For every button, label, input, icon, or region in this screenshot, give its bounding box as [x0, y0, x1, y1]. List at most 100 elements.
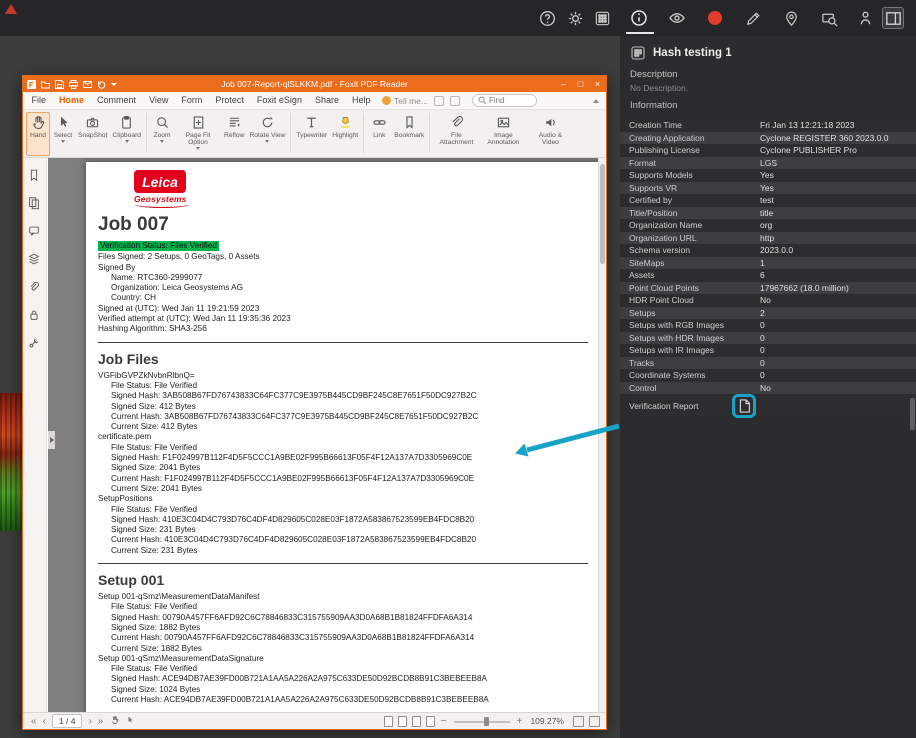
panel-expand-arrow[interactable]	[48, 431, 55, 449]
maximize-button[interactable]: □	[572, 76, 589, 92]
ribbon-tab[interactable]: File	[25, 92, 53, 109]
info-row[interactable]: Schema version 2023.0.0	[620, 244, 916, 257]
info-row[interactable]: Setups 2	[620, 306, 916, 319]
fit-width-icon[interactable]	[573, 715, 584, 727]
bookmark-button[interactable]: Bookmark	[392, 112, 426, 156]
zoom-slider[interactable]	[453, 713, 510, 730]
highlight-button[interactable]: Highlight	[330, 112, 360, 156]
info-row[interactable]: Creation Time Fri Jan 13 12:21:18 2023	[620, 119, 916, 132]
info-row[interactable]: Control No	[620, 381, 916, 394]
collapse-ribbon-icon[interactable]	[593, 98, 599, 103]
snapshot-button[interactable]: SnapShot	[76, 112, 109, 156]
record-icon[interactable]	[704, 7, 726, 29]
audio-video-button[interactable]: Audio & Video	[527, 112, 573, 156]
info-row[interactable]: Supports VR Yes	[620, 181, 916, 194]
apps-icon[interactable]	[591, 7, 613, 29]
reflow-button[interactable]: Reflow	[222, 112, 246, 156]
panel-scrollbar[interactable]	[910, 398, 915, 430]
capture-icon[interactable]	[818, 7, 840, 29]
edit-icon[interactable]	[742, 7, 764, 29]
info-row[interactable]: Setups with RGB Images 0	[620, 319, 916, 332]
info-row[interactable]: Certified by test	[620, 194, 916, 207]
layers-icon[interactable]	[27, 252, 42, 267]
info-row[interactable]: Title/Position title	[620, 206, 916, 219]
ribbon-tab[interactable]: Comment	[91, 92, 143, 109]
info-row[interactable]: HDR Point Cloud No	[620, 294, 916, 307]
find-input[interactable]	[489, 96, 532, 105]
zoom-in-button[interactable]: +	[515, 714, 525, 729]
zoom-tool-button[interactable]: Zoom	[150, 112, 174, 156]
info-row[interactable]: Assets 6	[620, 269, 916, 282]
select-tool-button[interactable]: Select	[51, 112, 75, 156]
ribbon-tab[interactable]: Protect	[209, 92, 251, 109]
info-row[interactable]: Supports Models Yes	[620, 169, 916, 182]
info-row[interactable]: Organization URL http	[620, 231, 916, 244]
page-fit-option-button[interactable]: Page Fit Option	[175, 112, 221, 156]
next-page-button[interactable]: ›	[86, 714, 93, 729]
help-icon[interactable]	[536, 7, 558, 29]
scrollbar-thumb[interactable]	[600, 164, 605, 264]
ribbon-tab[interactable]: Help	[345, 92, 377, 109]
continuous-facing-view-icon[interactable]	[426, 715, 436, 727]
report-document-icon[interactable]	[738, 398, 751, 414]
mail-icon[interactable]	[82, 79, 93, 90]
user-icon[interactable]	[854, 7, 876, 29]
status-select-icon[interactable]	[125, 715, 135, 727]
status-hand-icon[interactable]	[110, 715, 120, 727]
document-scrollbar[interactable]	[598, 158, 606, 712]
ribbon-tab[interactable]: Form	[175, 92, 209, 109]
continuous-view-icon[interactable]	[398, 715, 408, 727]
typewriter-button[interactable]: Typewriter	[294, 112, 329, 156]
settings-icon[interactable]	[564, 7, 586, 29]
ribbon-tab[interactable]: View	[143, 92, 175, 109]
undo-icon[interactable]	[96, 79, 107, 90]
info-row[interactable]: Setups with IR Images 0	[620, 344, 916, 357]
info-icon[interactable]	[628, 7, 650, 29]
comments-icon[interactable]	[27, 224, 42, 239]
clipboard-button[interactable]: Clipboard	[110, 112, 143, 156]
tell-me-box[interactable]: Tell me...	[382, 96, 428, 106]
info-row[interactable]: SiteMaps 1	[620, 256, 916, 269]
hand-tool-button[interactable]: Hand	[26, 112, 50, 156]
minimize-button[interactable]: –	[555, 76, 572, 92]
last-page-button[interactable]: »	[96, 714, 106, 729]
link-button[interactable]: Link	[367, 112, 391, 156]
info-row[interactable]: Setups with HDR Images 0	[620, 331, 916, 344]
first-page-button[interactable]: «	[29, 714, 39, 729]
file-attachment-button[interactable]: File Attachment	[433, 112, 479, 156]
info-row[interactable]: Publishing License Cyclone PUBLISHER Pro	[620, 144, 916, 157]
ribbon-tab[interactable]: Share	[308, 92, 345, 109]
prev-page-button[interactable]: ‹	[41, 714, 48, 729]
security-icon[interactable]	[27, 308, 42, 323]
single-page-view-icon[interactable]	[384, 715, 394, 727]
open-icon[interactable]	[40, 79, 51, 90]
tools-icon[interactable]	[27, 336, 42, 351]
window-title-bar[interactable]: Job 007-Report-qlSLKKM.pdf - Foxit PDF R…	[23, 76, 606, 92]
page-number-box[interactable]: 1 / 4	[51, 714, 83, 728]
info-row[interactable]: Tracks 0	[620, 356, 916, 369]
info-row[interactable]: Point Cloud Points 17967662 (18.0 millio…	[620, 281, 916, 294]
print-icon[interactable]	[68, 79, 79, 90]
rotate-view-button[interactable]: Rotate View	[247, 112, 287, 156]
zoom-out-button[interactable]: −	[439, 714, 449, 729]
find-box[interactable]	[472, 94, 538, 107]
ribbon-tab[interactable]: Home	[53, 92, 91, 109]
eye-icon[interactable]	[666, 7, 688, 29]
info-row[interactable]: Coordinate Systems 0	[620, 369, 916, 382]
save-icon[interactable]	[54, 79, 65, 90]
ribbon-tab[interactable]: Foxit eSign	[250, 92, 308, 109]
attachments-icon[interactable]	[27, 280, 42, 295]
layout-icon[interactable]	[882, 7, 904, 29]
bookmarks-icon[interactable]	[27, 168, 42, 183]
close-button[interactable]: ×	[589, 76, 606, 92]
info-row[interactable]: Format LGS	[620, 156, 916, 169]
menubar-extra-icon[interactable]	[434, 95, 445, 106]
document-view[interactable]: Leica Geosystems Job 007 Verification St…	[48, 158, 598, 712]
info-row[interactable]: Creating Application Cyclone REGISTER 36…	[620, 131, 916, 144]
location-icon[interactable]	[780, 7, 802, 29]
customize-toolbar-caret-icon[interactable]	[111, 82, 117, 86]
zoom-slider-thumb[interactable]	[483, 716, 489, 726]
menubar-extra-icon[interactable]	[450, 95, 461, 106]
fullscreen-icon[interactable]	[589, 715, 600, 727]
pages-icon[interactable]	[27, 196, 42, 211]
